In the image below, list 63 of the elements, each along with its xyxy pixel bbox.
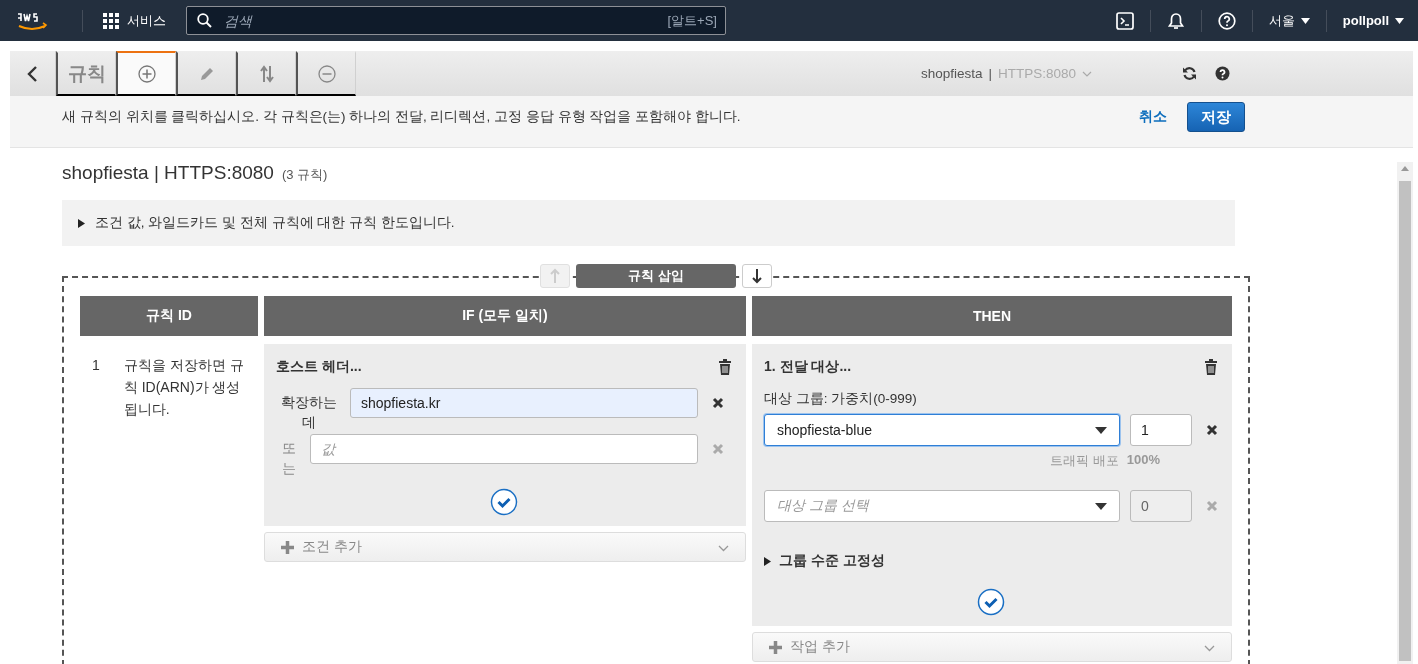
- help-icon[interactable]: [1215, 66, 1230, 81]
- value-field[interactable]: 값: [310, 434, 698, 464]
- target-group-select[interactable]: shopfiesta-blue: [764, 414, 1120, 446]
- grid-icon: [103, 12, 119, 29]
- up-arrow-icon: [550, 268, 560, 284]
- caret-icon: [1095, 426, 1107, 434]
- down-arrow-icon: [752, 268, 762, 284]
- host-value-field[interactable]: shopfiesta.kr: [350, 388, 698, 418]
- scrollbar[interactable]: [1397, 162, 1413, 664]
- caret-icon: [1095, 502, 1107, 510]
- remove-circle-icon: [317, 64, 336, 83]
- search-icon: [197, 13, 212, 28]
- chevron-down-icon: [1082, 70, 1092, 77]
- remove-icon[interactable]: [712, 397, 724, 409]
- add-tab[interactable]: [116, 51, 176, 96]
- pencil-icon: [198, 65, 215, 82]
- chevron-down-icon[interactable]: [1204, 645, 1215, 652]
- rule-count: (3 규칙): [281, 166, 328, 184]
- confirm-check-icon[interactable]: [977, 588, 1005, 616]
- insert-rule-label: 규칙 삽입: [576, 264, 736, 288]
- plus-icon: [769, 640, 782, 654]
- weight-field[interactable]: 1: [1130, 414, 1192, 446]
- search-input[interactable]: 검색: [222, 11, 658, 30]
- action-title: 1. 전달 대상...: [764, 358, 852, 376]
- rule-id-note: 규칙을 저장하면 규칙 ID(ARN)가 생성됩니다.: [123, 356, 244, 419]
- bell-icon[interactable]: [1166, 11, 1185, 30]
- shortcut-hint: [알트+S]: [667, 11, 717, 30]
- add-circle-icon: [137, 64, 156, 83]
- cancel-button[interactable]: 취소: [1139, 108, 1167, 126]
- caret-icon: [1300, 17, 1310, 24]
- move-down-button[interactable]: [742, 264, 772, 288]
- trash-icon[interactable]: [718, 359, 732, 375]
- chevron-down-icon[interactable]: [718, 545, 729, 552]
- help-icon[interactable]: [1217, 11, 1236, 30]
- column-header: 규칙 ID: [80, 296, 258, 336]
- rule-id: 1: [92, 356, 100, 375]
- limits-text: 조건 값, 와일드카드 및 전체 규칙에 대한 규칙 한도입니다.: [95, 214, 455, 232]
- confirm-check-icon[interactable]: [490, 488, 518, 516]
- condition-label: 또는: [281, 439, 297, 478]
- target-group-label: 대상 그룹: 가중치(0-999): [764, 390, 918, 408]
- refresh-icon[interactable]: [1182, 66, 1197, 81]
- save-button[interactable]: 저장: [1187, 102, 1245, 132]
- remove-icon[interactable]: [1206, 424, 1218, 436]
- traffic-value: 100%: [1126, 452, 1160, 469]
- caret-icon: [1395, 17, 1404, 24]
- instruction-text: 새 규칙의 위치를 클릭하십시오. 각 규칙은(는) 하나의 전달, 리디렉션, 고정 응답 유형 작업을 포함해야 합니다.: [62, 108, 741, 126]
- condition-title: 호스트 헤더...: [276, 358, 362, 376]
- region-menu[interactable]: 서울: [1268, 11, 1310, 30]
- terminal-icon[interactable]: [1115, 11, 1134, 30]
- traffic-label: 트래픽 배포: [1050, 452, 1119, 470]
- trash-icon[interactable]: [1204, 359, 1218, 375]
- column-header: IF (모두 일치): [264, 296, 746, 336]
- account-menu[interactable]: pollpoll: [1342, 13, 1404, 28]
- search-bar[interactable]: 검색 [알트+S]: [186, 6, 726, 35]
- condition-label: 확장하는데: [280, 393, 338, 432]
- limits-expander[interactable]: 조건 값, 와일드카드 및 전체 규칙에 대한 규칙 한도입니다.: [62, 200, 1235, 246]
- sort-arrows-icon: [259, 64, 274, 83]
- column-header: THEN: [752, 296, 1232, 336]
- plus-icon: [281, 540, 294, 554]
- services-menu[interactable]: 서비스: [97, 10, 172, 31]
- listener-selector[interactable]: shopfiesta | HTTPS:8080: [920, 51, 1092, 96]
- page-title: shopfiesta | HTTPS:8080: [62, 162, 274, 184]
- stickiness-expander[interactable]: 그룹 수준 고정성: [764, 552, 1218, 570]
